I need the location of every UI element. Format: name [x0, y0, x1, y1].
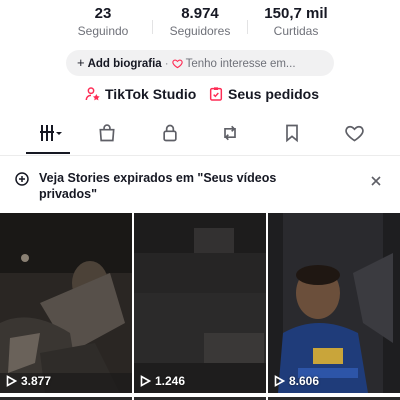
tiktok-studio-link[interactable]: TikTok Studio: [85, 86, 196, 102]
profile-stats: 23 Seguindo 8.974 Seguidores 150,7 mil C…: [0, 4, 400, 42]
view-count: 1.246: [139, 374, 185, 388]
stat-likes[interactable]: 150,7 mil Curtidas: [241, 4, 351, 39]
likes-label: Curtidas: [273, 24, 319, 38]
tabs-divider: [0, 155, 400, 156]
view-count: 8.606: [273, 374, 319, 388]
video-grid: 3.877 1.246 8.606: [0, 213, 400, 400]
video-thumbnail-image: [0, 213, 132, 393]
video-thumbnail[interactable]: 8.606: [268, 213, 400, 393]
tab-videos[interactable]: [23, 120, 73, 154]
orders-icon: [209, 87, 223, 101]
followers-label: Seguidores: [169, 24, 231, 38]
tab-saved[interactable]: [267, 120, 317, 154]
tab-reposts[interactable]: [205, 120, 255, 154]
play-icon: [140, 375, 151, 387]
grid-icon: [40, 125, 62, 141]
separator-dot: ·: [164, 58, 169, 70]
stat-following[interactable]: 23 Seguindo: [48, 4, 158, 39]
add-bio-pill[interactable]: + Add biografia · Tenho interesse em...: [66, 50, 334, 76]
video-thumbnail-image: [268, 213, 400, 393]
heart-icon: [344, 125, 364, 142]
studio-icon: [85, 87, 100, 101]
view-count-label: 3.877: [21, 374, 52, 388]
play-icon: [274, 375, 285, 387]
tab-liked[interactable]: [329, 120, 379, 154]
add-circle-icon: [14, 171, 30, 192]
heart-outline-icon: [171, 53, 183, 76]
your-orders-label: Seus pedidos: [228, 86, 320, 102]
close-icon[interactable]: [367, 172, 385, 190]
plus-icon: +: [77, 55, 85, 70]
view-count: 3.877: [5, 374, 51, 388]
interest-label: Tenho interesse em...: [185, 58, 296, 70]
repost-icon: [224, 125, 236, 141]
active-tab-indicator: [26, 152, 70, 154]
add-bio-label: Add biografia: [87, 58, 162, 70]
tab-shop[interactable]: [82, 120, 132, 154]
stat-followers[interactable]: 8.974 Seguidores: [145, 4, 255, 39]
view-count-label: 8.606: [289, 374, 320, 388]
view-count-label: 1.246: [155, 374, 186, 388]
video-thumbnail[interactable]: 3.877: [0, 213, 132, 393]
lock-icon: [163, 124, 177, 142]
video-thumbnail-image: [134, 213, 266, 393]
followers-count: 8.974: [181, 5, 219, 22]
tiktok-studio-label: TikTok Studio: [105, 86, 197, 102]
likes-count: 150,7 mil: [264, 5, 328, 22]
expired-stories-banner[interactable]: Veja Stories expirados em "Seus vídeos p…: [0, 168, 400, 204]
video-thumbnail[interactable]: 1.246: [134, 213, 266, 393]
shopping-bag-icon: [99, 124, 115, 142]
play-icon: [6, 375, 17, 387]
profile-links: TikTok Studio Seus pedidos: [0, 86, 400, 108]
your-orders-link[interactable]: Seus pedidos: [208, 86, 319, 102]
following-count: 23: [94, 5, 112, 22]
tab-private[interactable]: [145, 120, 195, 154]
banner-text: Veja Stories expirados em "Seus vídeos p…: [39, 171, 277, 201]
profile-tabs: [0, 120, 400, 154]
following-label: Seguindo: [77, 24, 129, 38]
bookmark-icon: [286, 124, 298, 143]
